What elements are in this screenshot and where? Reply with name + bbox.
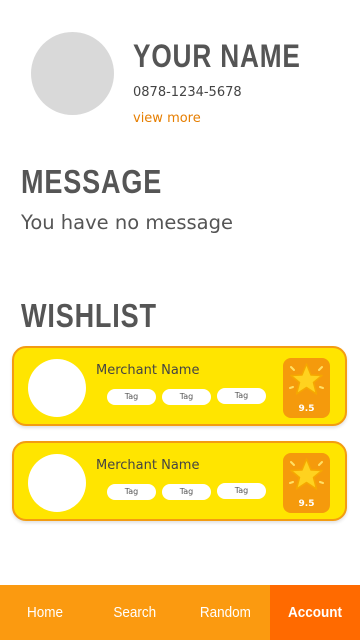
star-icon [289, 458, 324, 490]
merchant-avatar [28, 359, 86, 417]
merchant-name: Merchant Name [96, 458, 200, 473]
nav-item-home[interactable]: Home [0, 585, 90, 640]
nav-item-account[interactable]: Account [270, 585, 360, 640]
nav-item-search[interactable]: Search [90, 585, 180, 640]
wishlist-card[interactable]: Merchant Name Tag Tag Tag 9.5 [12, 346, 347, 426]
merchant-tag: Tag [107, 484, 156, 500]
star-icon [289, 363, 324, 395]
nav-item-label: Search [113, 604, 157, 621]
merchant-tag: Tag [162, 484, 211, 500]
nav-item-random[interactable]: Random [180, 585, 270, 640]
rating-badge: 9.5 [283, 358, 330, 418]
message-section-title: MESSAGE [21, 163, 163, 200]
message-empty-text: You have no message [21, 211, 233, 234]
nav-item-label: Home [26, 604, 63, 621]
profile-phone: 0878-1234-5678 [133, 85, 242, 100]
profile-avatar[interactable] [31, 32, 114, 115]
rating-value: 9.5 [298, 404, 315, 414]
wishlist-card[interactable]: Merchant Name Tag Tag Tag 9.5 [12, 441, 347, 521]
wishlist-section-title: WISHLIST [21, 297, 157, 334]
bottom-nav: Home Search Random Account [0, 585, 360, 640]
merchant-tag: Tag [107, 389, 156, 405]
merchant-tag: Tag [217, 388, 266, 404]
profile-name: YOUR NAME [133, 38, 301, 74]
merchant-avatar [28, 454, 86, 512]
merchant-name: Merchant Name [96, 363, 200, 378]
view-more-link[interactable]: view more [133, 111, 201, 126]
rating-badge: 9.5 [283, 453, 330, 513]
rating-value: 9.5 [298, 499, 315, 509]
nav-item-label: Random [199, 604, 251, 621]
merchant-tag: Tag [162, 389, 211, 405]
nav-item-label: Account [288, 604, 342, 621]
merchant-tag: Tag [217, 483, 266, 499]
